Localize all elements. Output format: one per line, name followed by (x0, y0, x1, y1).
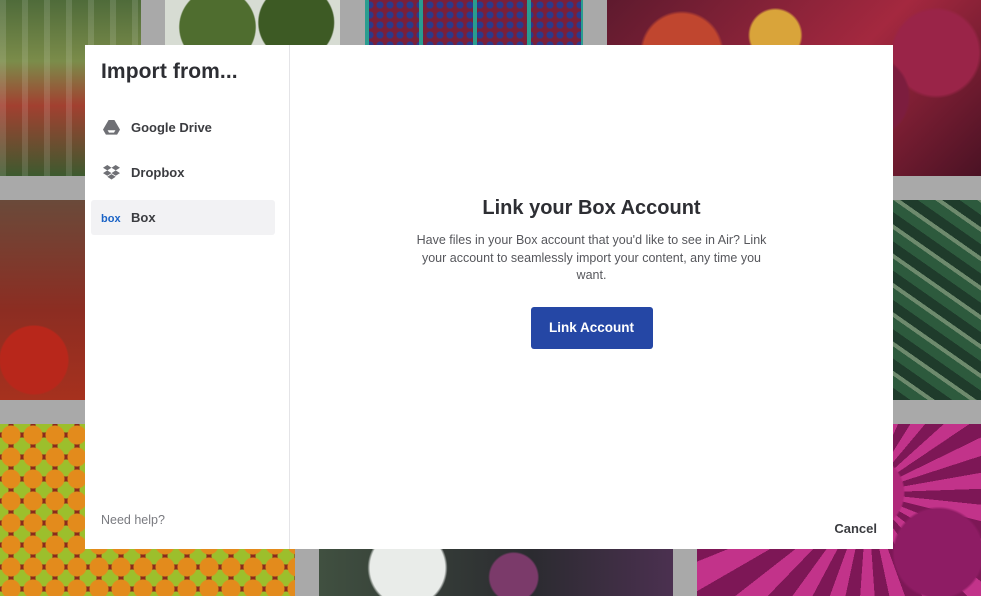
import-content: Link your Box Account Have files in your… (290, 45, 893, 549)
background-photo (165, 0, 340, 45)
link-account-panel: Link your Box Account Have files in your… (290, 197, 893, 349)
background-photo (365, 0, 583, 45)
background-photo (0, 200, 85, 400)
panel-heading: Link your Box Account (482, 197, 701, 219)
panel-description: Have files in your Box account that you'… (416, 233, 767, 282)
svg-text:box: box (101, 213, 121, 224)
background-photo (893, 200, 981, 400)
source-list: Google Drive Dropbox box Box (91, 110, 275, 245)
modal-title: Import from... (101, 60, 238, 83)
import-sidebar: Import from... Google Drive Dropbox box … (85, 45, 290, 549)
link-account-button[interactable]: Link Account (530, 306, 653, 349)
source-item-dropbox[interactable]: Dropbox (91, 155, 275, 190)
source-label: Google Drive (131, 120, 212, 135)
google-drive-icon (101, 118, 121, 138)
background-photo (319, 549, 673, 596)
dropbox-icon (101, 163, 121, 183)
source-item-google-drive[interactable]: Google Drive (91, 110, 275, 145)
box-icon: box (101, 208, 121, 228)
import-modal: Import from... Google Drive Dropbox box … (85, 45, 893, 549)
cancel-button[interactable]: Cancel (834, 521, 877, 536)
source-label: Box (131, 210, 156, 225)
need-help-link[interactable]: Need help? (101, 513, 165, 527)
source-label: Dropbox (131, 165, 185, 180)
source-item-box[interactable]: box Box (91, 200, 275, 235)
